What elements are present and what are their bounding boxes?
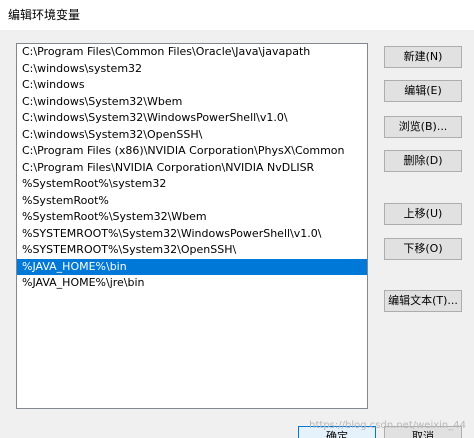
- new-button[interactable]: 新建(N): [384, 46, 462, 68]
- path-item[interactable]: %SystemRoot%\system32: [17, 176, 367, 193]
- path-item-selected[interactable]: %JAVA_HOME%\bin: [17, 258, 367, 275]
- delete-button[interactable]: 删除(D): [384, 150, 462, 172]
- path-item[interactable]: %JAVA_HOME%\jre\bin: [17, 275, 367, 292]
- path-item[interactable]: %SYSTEMROOT%\System32\WindowsPowerShell\…: [17, 226, 367, 243]
- title-bar: 编辑环境变量: [0, 0, 474, 30]
- path-item[interactable]: C:\windows\System32\Wbem: [17, 94, 367, 111]
- path-item[interactable]: C:\windows: [17, 77, 367, 94]
- path-item[interactable]: C:\Program Files (x86)\NVIDIA Corporatio…: [17, 143, 367, 160]
- path-item[interactable]: C:\Program Files\NVIDIA Corporation\NVID…: [17, 160, 367, 177]
- path-item[interactable]: C:\windows\system32: [17, 61, 367, 78]
- edit-text-button[interactable]: 编辑文本(T)...: [384, 290, 462, 312]
- path-item[interactable]: %SystemRoot%: [17, 193, 367, 210]
- edit-env-dialog: 编辑环境变量 C:\Program Files\Common Files\Ora…: [0, 0, 474, 438]
- path-item[interactable]: C:\windows\System32\WindowsPowerShell\v1…: [17, 110, 367, 127]
- move-up-button[interactable]: 上移(U): [384, 203, 462, 225]
- edit-button[interactable]: 编辑(E): [384, 80, 462, 102]
- path-item[interactable]: %SystemRoot%\System32\Wbem: [17, 209, 367, 226]
- watermark-text: https://blog.csdn.net/weixin_44: [309, 420, 466, 431]
- path-item[interactable]: %SYSTEMROOT%\System32\OpenSSH\: [17, 242, 367, 259]
- path-item[interactable]: C:\windows\System32\OpenSSH\: [17, 127, 367, 144]
- path-item[interactable]: C:\Program Files\Common Files\Oracle\Jav…: [17, 44, 367, 61]
- path-list[interactable]: C:\Program Files\Common Files\Oracle\Jav…: [16, 43, 368, 409]
- browse-button[interactable]: 浏览(B)...: [384, 116, 462, 138]
- window-title: 编辑环境变量: [8, 8, 81, 22]
- move-down-button[interactable]: 下移(O): [384, 238, 462, 260]
